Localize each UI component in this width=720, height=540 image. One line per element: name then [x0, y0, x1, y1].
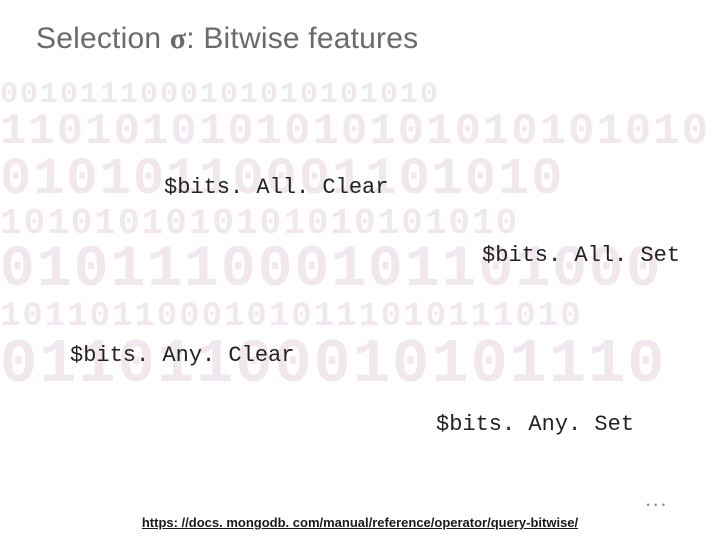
footer: https: //docs. mongodb. com/manual/refer…: [0, 514, 720, 532]
operator-bits-all-clear: $bits. All. Clear: [164, 175, 388, 200]
operator-bits-any-clear: $bits. Any. Clear: [70, 343, 294, 368]
content-area: $bits. All. Clear $bits. All. Set $bits.…: [0, 0, 720, 540]
operator-bits-any-set: $bits. Any. Set: [436, 412, 634, 437]
operator-bits-all-set: $bits. All. Set: [482, 243, 680, 268]
ellipsis-decoration: • • •: [647, 500, 666, 510]
documentation-link[interactable]: https: //docs. mongodb. com/manual/refer…: [142, 515, 578, 530]
